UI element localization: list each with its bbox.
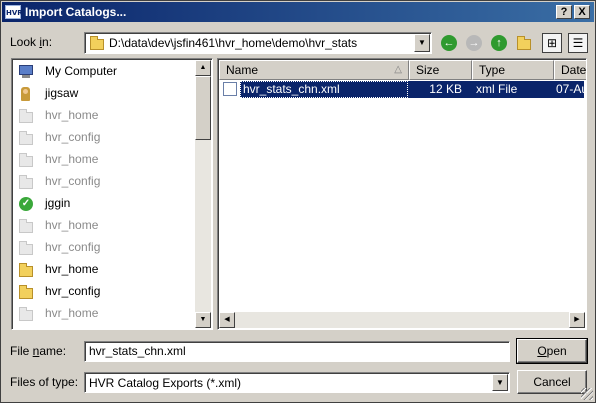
table-row[interactable]: hvr_stats_chn.xml 12 KB xml File 07-Au [220, 81, 586, 98]
look-in-path: D:\data\dev\jsfin461\hvr_home\demo\hvr_s… [109, 36, 358, 50]
tree-item-label: hvr_config [45, 284, 101, 298]
folder-icon [18, 219, 34, 233]
tree-item-label: hvr_config [45, 130, 101, 144]
scroll-down-icon[interactable]: ▼ [195, 312, 211, 328]
scroll-left-icon[interactable]: ◀ [219, 312, 235, 328]
details-view-icon[interactable]: ☰ [568, 33, 588, 53]
checkmark-icon: ✓ [18, 197, 34, 211]
file-list[interactable]: Name △ Size Type Date M hvr_stats_chn.xm… [217, 58, 587, 330]
window-title: Import Catalogs... [25, 5, 127, 19]
open-button[interactable]: Open [516, 338, 588, 364]
tree-item-label: hvr_home [45, 218, 99, 232]
new-folder-icon[interactable] [516, 36, 532, 50]
tree-item-label: hvr_config [45, 240, 101, 254]
file-name-label: File name: [10, 344, 67, 358]
folder-icon [18, 285, 34, 299]
tree-item-label: hvr_home [45, 108, 99, 122]
chevron-down-icon[interactable]: ▼ [492, 374, 508, 391]
up-folder-icon[interactable]: ↑ [491, 35, 507, 51]
look-in-dropdown[interactable]: D:\data\dev\jsfin461\hvr_home\demo\hvr_s… [84, 32, 432, 54]
list-view-icon[interactable]: ⊞ [542, 33, 562, 53]
forward-arrow-icon[interactable]: → [466, 35, 482, 51]
import-catalogs-dialog: HVR Import Catalogs... ? X Look in: D:\d… [0, 0, 596, 403]
look-in-label: Look in: [10, 35, 53, 49]
folder-icon [18, 241, 34, 255]
column-header-type[interactable]: Type [472, 60, 554, 80]
back-arrow-icon[interactable]: ← [441, 35, 457, 51]
file-size-cell: 12 KB [408, 81, 470, 98]
tree-vertical-scrollbar[interactable]: ▲ ▼ [195, 60, 211, 328]
tree-item-label: hvr_config [45, 174, 101, 188]
computer-icon [18, 65, 34, 79]
help-button[interactable]: ? [556, 5, 572, 19]
file-type-dropdown[interactable]: HVR Catalog Exports (*.xml) ▼ [84, 372, 510, 393]
tree-scroll-thumb[interactable] [195, 76, 211, 140]
close-button[interactable]: X [574, 5, 590, 19]
folder-tree[interactable]: My Computer jigsaw hvr_home hvr_config hvr_h… [11, 58, 213, 330]
file-list-horizontal-scrollbar[interactable]: ◀ ▶ [219, 312, 585, 328]
tree-item-label: hvr_home [45, 306, 99, 320]
folder-icon [18, 131, 34, 145]
folder-icon [18, 263, 34, 277]
file-name-input[interactable]: hvr_stats_chn.xml [84, 341, 510, 362]
tree-item-label: jggin [45, 196, 71, 210]
folder-icon [18, 307, 34, 321]
scroll-right-icon[interactable]: ▶ [569, 312, 585, 328]
scroll-up-icon[interactable]: ▲ [195, 60, 211, 76]
sort-indicator-icon: △ [394, 64, 402, 75]
hvr-app-icon: HVR [5, 5, 23, 19]
xml-file-icon [223, 82, 237, 96]
chevron-down-icon[interactable]: ▼ [414, 34, 430, 52]
folder-icon [18, 175, 34, 189]
file-type-value: HVR Catalog Exports (*.xml) [89, 376, 242, 390]
file-type-cell: xml File [470, 81, 554, 98]
title-bar[interactable]: HVR Import Catalogs... ? X [2, 2, 594, 22]
column-header-date[interactable]: Date M [554, 60, 586, 80]
file-date-cell: 07-Au [554, 81, 584, 98]
folder-icon [18, 153, 34, 167]
folder-icon [18, 109, 34, 123]
file-name-cell[interactable]: hvr_stats_chn.xml [240, 81, 408, 98]
user-folder-icon [18, 87, 34, 101]
cancel-button[interactable]: Cancel [517, 370, 587, 394]
column-header-name[interactable]: Name △ [219, 60, 409, 80]
folder-icon [90, 36, 104, 50]
file-type-label: Files of type: [10, 375, 79, 389]
column-header-size[interactable]: Size [409, 60, 472, 80]
tree-item-label: hvr_home [45, 152, 99, 166]
resize-grip-icon[interactable] [581, 388, 593, 400]
tree-item-label: My Computer [45, 64, 118, 78]
tree-item-label: hvr_home [45, 262, 99, 276]
tree-item-label: jigsaw [45, 86, 79, 100]
